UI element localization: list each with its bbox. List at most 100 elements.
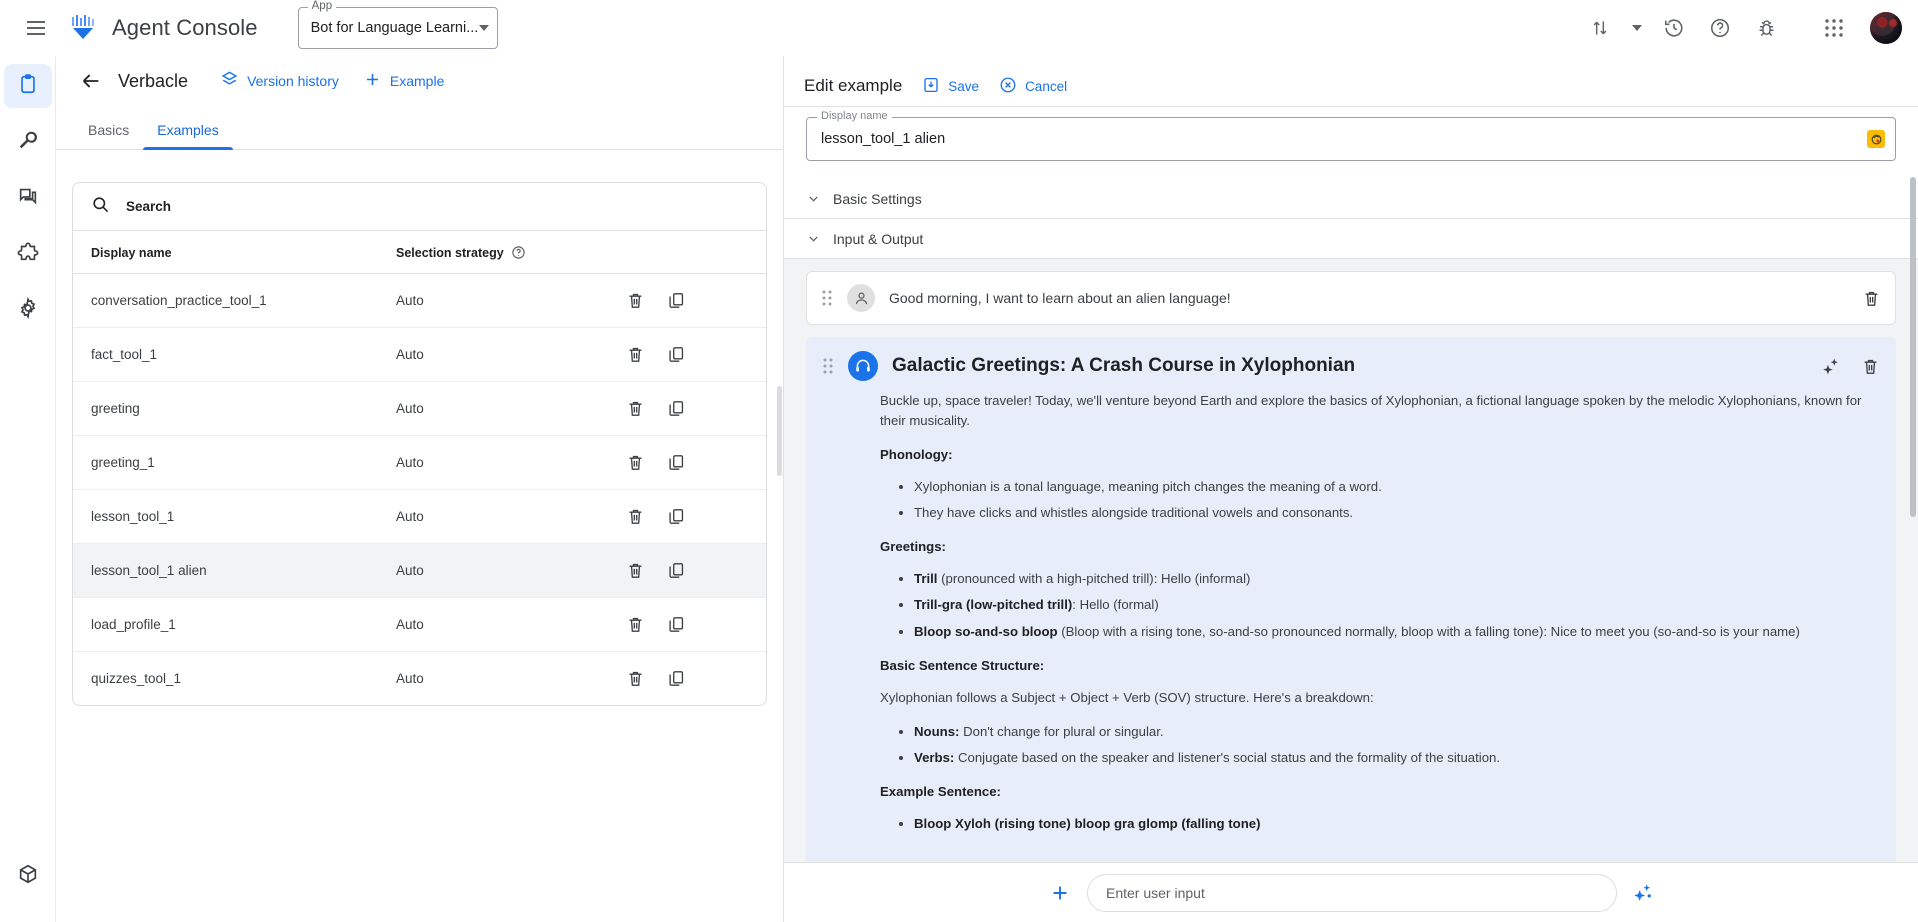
table-row[interactable]: quizzes_tool_1 Auto xyxy=(73,652,766,706)
sidebar-item-examples[interactable] xyxy=(3,64,52,108)
composer-bar: Enter user input xyxy=(784,862,1918,922)
add-turn-icon[interactable] xyxy=(1049,882,1071,904)
layers-icon xyxy=(220,70,239,92)
wrench-icon xyxy=(17,129,39,156)
delete-row-icon[interactable] xyxy=(626,561,645,580)
left-panel-scrollbar[interactable] xyxy=(777,386,782,476)
save-button[interactable]: Save xyxy=(922,76,979,97)
sidebar-item-tools[interactable] xyxy=(4,120,52,164)
delete-row-icon[interactable] xyxy=(626,399,645,418)
cell-strategy: Auto xyxy=(396,489,626,544)
duplicate-row-icon[interactable] xyxy=(667,615,686,634)
edit-example-panel: Edit example Save Cancel Display name le… xyxy=(784,56,1918,922)
table-row[interactable]: lesson_tool_1 Auto xyxy=(73,489,766,544)
duplicate-row-icon[interactable] xyxy=(667,561,686,580)
history-icon[interactable] xyxy=(1654,8,1694,48)
examples-table-body: conversation_practice_tool_1 Auto fact_t… xyxy=(73,273,766,706)
table-row[interactable]: lesson_tool_1 alien Auto xyxy=(73,543,766,598)
column-row-actions xyxy=(626,231,766,274)
sort-dropdown-chevron-icon[interactable] xyxy=(1626,8,1648,48)
sort-arrows-icon[interactable] xyxy=(1580,8,1620,48)
search-input[interactable]: Search xyxy=(73,183,766,231)
cell-strategy: Auto xyxy=(396,273,626,328)
table-row[interactable]: greeting Auto xyxy=(73,381,766,436)
sidebar-item-settings[interactable] xyxy=(4,288,52,332)
duplicate-row-icon[interactable] xyxy=(667,669,686,688)
puzzle-icon xyxy=(17,241,39,268)
table-row[interactable]: load_profile_1 Auto xyxy=(73,597,766,652)
help-icon[interactable] xyxy=(1700,8,1740,48)
bot-structure-list: Nouns: Don't change for plural or singul… xyxy=(880,722,1880,768)
delete-row-icon[interactable] xyxy=(626,669,645,688)
table-row[interactable]: fact_tool_1 Auto xyxy=(73,327,766,382)
chat-icon xyxy=(17,185,39,212)
app-selector-label: App xyxy=(307,0,337,12)
duplicate-row-icon[interactable] xyxy=(667,291,686,310)
cell-actions xyxy=(626,327,766,382)
bot-message-card[interactable]: Galactic Greetings: A Crash Course in Xy… xyxy=(806,337,1896,866)
add-example-label: Example xyxy=(389,73,445,89)
cancel-button[interactable]: Cancel xyxy=(999,76,1067,97)
accordion-basic-settings[interactable]: Basic Settings xyxy=(784,179,1918,219)
bot-structure-intro: Xylophonian follows a Subject + Object +… xyxy=(880,689,1374,705)
cell-display-name: fact_tool_1 xyxy=(73,327,396,382)
delete-row-icon[interactable] xyxy=(626,453,645,472)
bug-report-icon[interactable] xyxy=(1746,8,1786,48)
delete-user-message-icon[interactable] xyxy=(1862,289,1881,308)
drag-handle-icon[interactable] xyxy=(822,357,834,375)
bot-message-title: Galactic Greetings: A Crash Course in Xy… xyxy=(892,355,1356,376)
avatar[interactable] xyxy=(1870,12,1902,44)
list-item-desc: Don't change for plural or singular. xyxy=(959,723,1164,739)
alien-badge-icon xyxy=(1867,130,1885,148)
duplicate-row-icon[interactable] xyxy=(667,453,686,472)
tab-basics[interactable]: Basics xyxy=(74,110,143,149)
list-item-term: Bloop Xyloh (rising tone) bloop gra glom… xyxy=(914,815,1261,831)
sidebar-item-extensions[interactable] xyxy=(4,232,52,276)
sidebar-item-conversations[interactable] xyxy=(4,176,52,220)
list-item: They have clicks and whistles alongside … xyxy=(914,503,1880,523)
examples-panel: Verbacle Version history Example Basics … xyxy=(56,56,784,922)
cell-actions xyxy=(626,597,766,652)
apps-grid-icon[interactable] xyxy=(1814,8,1854,48)
list-item: Bloop Xyloh (rising tone) bloop gra glom… xyxy=(914,814,1880,834)
sidebar-item-deploy[interactable] xyxy=(4,854,52,898)
bot-structure-heading: Basic Sentence Structure: xyxy=(880,657,1045,673)
sparkle-icon[interactable] xyxy=(1822,357,1841,376)
cell-display-name: lesson_tool_1 alien xyxy=(73,543,396,598)
chevron-down-icon xyxy=(478,25,489,31)
bot-intro: Buckle up, space traveler! Today, we'll … xyxy=(880,393,1862,429)
delete-row-icon[interactable] xyxy=(626,291,645,310)
app-selector-value: Bot for Language Learni... xyxy=(310,20,479,36)
right-panel-scrollbar[interactable] xyxy=(1910,177,1916,517)
user-input-field[interactable]: Enter user input xyxy=(1087,873,1617,912)
user-message-row[interactable]: Good morning, I want to learn about an a… xyxy=(806,271,1896,325)
edit-example-body: Display name lesson_tool_1 alien Basic S… xyxy=(784,106,1918,922)
left-rail xyxy=(0,56,56,922)
version-history-button[interactable]: Version history xyxy=(210,64,349,98)
list-item: Nouns: Don't change for plural or singul… xyxy=(914,722,1880,742)
duplicate-row-icon[interactable] xyxy=(667,507,686,526)
add-example-button[interactable]: Example xyxy=(353,64,454,98)
help-circle-icon[interactable] xyxy=(511,245,526,260)
accordion-input-output[interactable]: Input & Output xyxy=(784,219,1918,259)
duplicate-row-icon[interactable] xyxy=(667,399,686,418)
plus-icon xyxy=(363,70,382,92)
drag-handle-icon[interactable] xyxy=(821,289,833,307)
list-item-term: Nouns: xyxy=(914,723,960,739)
hamburger-icon[interactable] xyxy=(16,8,56,48)
bot-example-list: Bloop Xyloh (rising tone) bloop gra glom… xyxy=(880,814,1880,834)
delete-row-icon[interactable] xyxy=(626,615,645,634)
delete-row-icon[interactable] xyxy=(626,507,645,526)
table-row[interactable]: conversation_practice_tool_1 Auto xyxy=(73,273,766,328)
display-name-field[interactable]: Display name lesson_tool_1 alien xyxy=(806,110,1896,161)
tab-examples[interactable]: Examples xyxy=(143,110,234,150)
delete-row-icon[interactable] xyxy=(626,345,645,364)
delete-bot-message-icon[interactable] xyxy=(1861,357,1880,376)
cell-display-name: lesson_tool_1 xyxy=(73,489,396,544)
app-selector[interactable]: App Bot for Language Learni... xyxy=(297,0,498,49)
column-selection-strategy: Selection strategy xyxy=(396,231,626,274)
table-row[interactable]: greeting_1 Auto xyxy=(73,435,766,490)
generate-sparkle-icon[interactable] xyxy=(1633,883,1653,903)
back-arrow-icon[interactable] xyxy=(74,64,108,98)
duplicate-row-icon[interactable] xyxy=(667,345,686,364)
